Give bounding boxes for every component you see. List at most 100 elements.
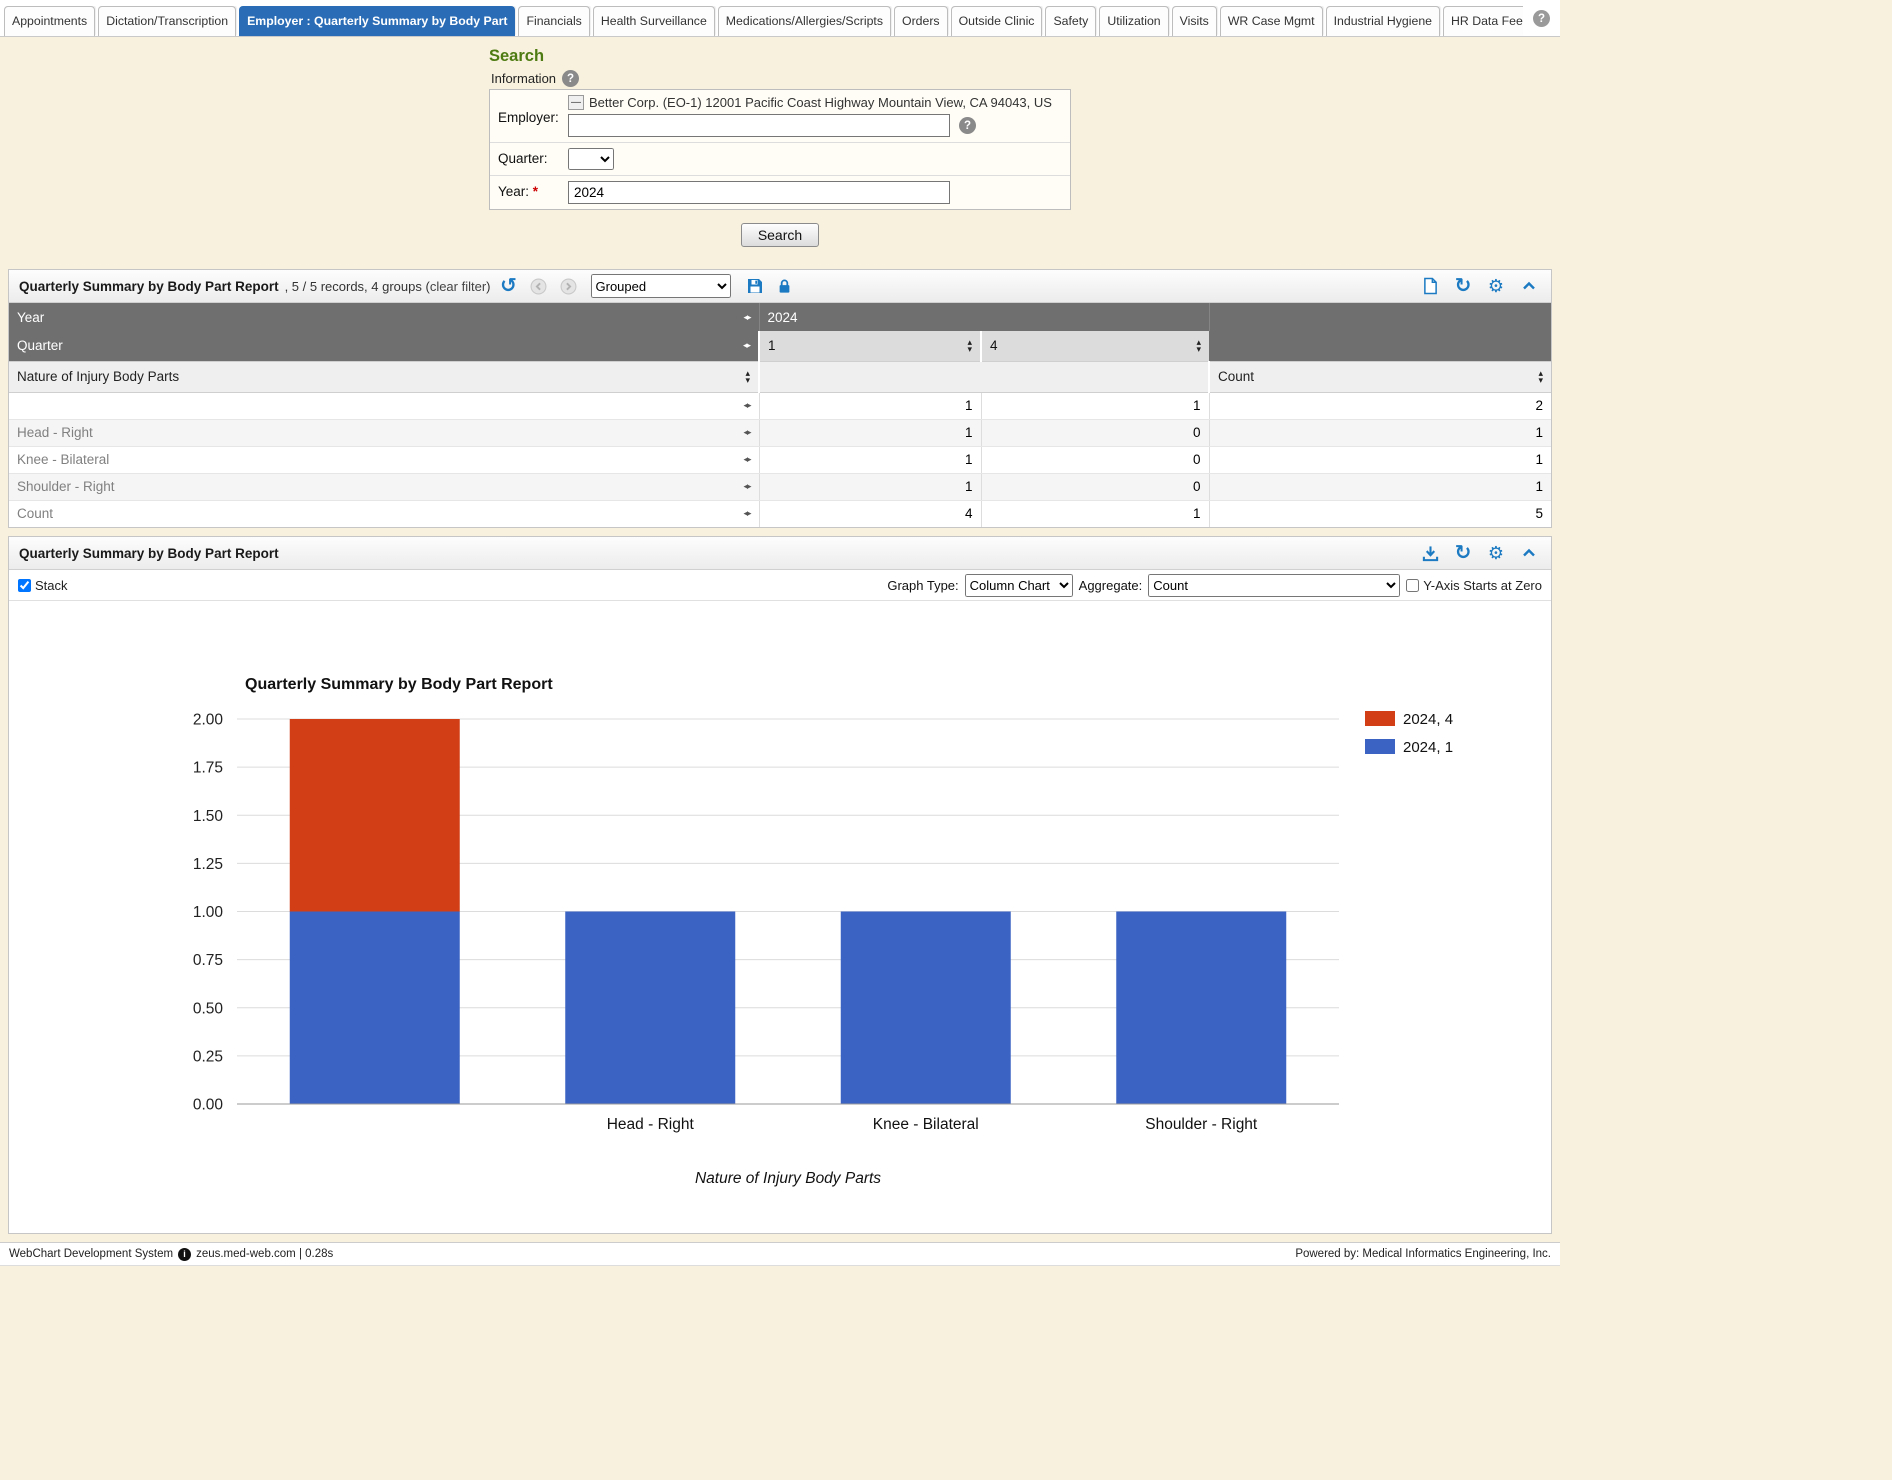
column-handle-icon[interactable]: ◂▸ (743, 312, 750, 323)
tabs: AppointmentsDictation/TranscriptionEmplo… (4, 6, 1523, 36)
tab-utilization[interactable]: Utilization (1099, 6, 1168, 36)
tab-appointments[interactable]: Appointments (4, 6, 95, 36)
report-table-title: Quarterly Summary by Body Part Report (19, 279, 279, 294)
column-handle-icon[interactable]: ◂▸ (743, 508, 750, 519)
row-q1-value: 4 (759, 500, 981, 527)
y-tick-label: 1.00 (193, 904, 224, 921)
undo-icon[interactable]: ↺ (497, 274, 521, 298)
year-row-value: 2024 (759, 303, 1209, 331)
remove-employer-button[interactable]: — (568, 95, 584, 110)
year-input[interactable] (568, 181, 950, 204)
graph-type-label: Graph Type: (887, 578, 958, 593)
tab-medications-allergies-scripts[interactable]: Medications/Allergies/Scripts (718, 6, 891, 36)
chart-panel-header: Quarterly Summary by Body Part Report ↻ … (9, 537, 1551, 570)
chart-svg: Quarterly Summary by Body Part Report0.0… (9, 601, 1551, 1233)
footer-powered-by: Powered by: Medical Informatics Engineer… (1295, 1248, 1551, 1260)
search-box: Search Information ? Employer: — Better … (489, 47, 1071, 247)
footer: WebChart Development System i zeus.med-w… (0, 1242, 1560, 1266)
stack-toggle[interactable]: Stack (18, 578, 68, 593)
required-asterisk: * (533, 184, 538, 199)
row-q4-value: 0 (981, 419, 1209, 446)
tab-hr-data-feed[interactable]: HR Data Feed (1443, 6, 1523, 36)
tab-industrial-hygiene[interactable]: Industrial Hygiene (1326, 6, 1440, 36)
stack-checkbox[interactable] (18, 579, 31, 592)
tab-outside-clinic[interactable]: Outside Clinic (951, 6, 1043, 36)
download-icon[interactable] (1418, 541, 1442, 565)
report-table-panel: Quarterly Summary by Body Part Report , … (8, 269, 1552, 528)
row-count-value: 1 (1209, 446, 1551, 473)
row-label: Head - Right (17, 425, 93, 440)
year-row: Year: * (490, 176, 1070, 209)
quarter-select[interactable] (568, 148, 614, 170)
aggregate-select[interactable]: Count (1148, 574, 1400, 597)
stack-label: Stack (35, 578, 68, 593)
tab-dictation-transcription[interactable]: Dictation/Transcription (98, 6, 236, 36)
employer-input[interactable] (568, 114, 950, 137)
employer-value: Better Corp. (EO-1) 12001 Pacific Coast … (589, 95, 1052, 110)
gear-icon[interactable]: ⚙ (1484, 274, 1508, 298)
chart-controls: Stack Graph Type: Column Chart Aggregate… (9, 570, 1551, 601)
grouped-select[interactable]: Grouped (591, 274, 731, 298)
sort-icon[interactable]: ▴▾ (1538, 370, 1543, 384)
year-row-tail (1209, 303, 1551, 331)
chart-panel: Quarterly Summary by Body Part Report ↻ … (8, 536, 1552, 1234)
row-count-value: 2 (1209, 392, 1551, 419)
quarter-row: Quarter: (490, 143, 1070, 176)
quarter-group-row: Quarter◂▸ 1▴▾ 4▴▾ (9, 331, 1551, 361)
row-q1-value: 1 (759, 446, 981, 473)
new-document-icon[interactable] (1418, 274, 1442, 298)
clear-filter-link[interactable]: clear filter (430, 279, 486, 294)
bar-segment (290, 912, 460, 1105)
row-count-value: 5 (1209, 500, 1551, 527)
tab-health-surveillance[interactable]: Health Surveillance (593, 6, 715, 36)
sort-icon[interactable]: ▴▾ (1196, 339, 1201, 353)
tab-wr-case-mgmt[interactable]: WR Case Mgmt (1220, 6, 1323, 36)
legend-swatch (1365, 711, 1395, 726)
help-icon[interactable]: ? (1533, 10, 1550, 27)
column-handle-icon[interactable]: ◂▸ (743, 454, 750, 465)
tab-orders[interactable]: Orders (894, 6, 948, 36)
refresh-icon[interactable]: ↻ (1451, 541, 1475, 565)
table-row: ◂▸112 (9, 392, 1551, 419)
refresh-icon[interactable]: ↻ (1451, 274, 1475, 298)
column-handle-icon[interactable]: ◂▸ (743, 481, 750, 492)
y-tick-label: 1.75 (193, 760, 223, 777)
row-q4-value: 1 (981, 500, 1209, 527)
year-label: Year: * (498, 181, 568, 204)
quarter-row-label: Quarter (17, 338, 63, 353)
aggregate-label: Aggregate: (1079, 578, 1143, 593)
search-button[interactable]: Search (741, 223, 819, 247)
x-category-label: Shoulder - Right (1145, 1116, 1258, 1133)
previous-page-icon (527, 274, 551, 298)
bar-segment (290, 719, 460, 912)
row-q4-value: 0 (981, 446, 1209, 473)
save-icon[interactable] (743, 274, 767, 298)
year-row-label: Year (17, 310, 44, 325)
year-group-row: Year ◂▸ 2024 (9, 303, 1551, 331)
info-icon[interactable]: i (178, 1248, 191, 1261)
lock-icon[interactable] (773, 274, 797, 298)
graph-type-select[interactable]: Column Chart (965, 574, 1073, 597)
report-table-header: Quarterly Summary by Body Part Report , … (9, 270, 1551, 303)
gear-icon[interactable]: ⚙ (1484, 541, 1508, 565)
tab-safety[interactable]: Safety (1045, 6, 1096, 36)
sort-icon[interactable]: ▴▾ (745, 370, 750, 384)
footer-host: zeus.med-web.com | 0.28s (196, 1248, 333, 1260)
sort-icon[interactable]: ▴▾ (967, 339, 972, 353)
yaxis-zero-checkbox[interactable] (1406, 579, 1419, 592)
column-handle-icon[interactable]: ◂▸ (743, 340, 750, 351)
information-help-icon[interactable]: ? (562, 70, 579, 87)
employer-help-icon[interactable]: ? (959, 117, 976, 134)
search-section: Search Information ? Employer: — Better … (0, 37, 1560, 261)
tab-employer-quarterly-summary-by-body-part[interactable]: Employer : Quarterly Summary by Body Par… (239, 6, 515, 36)
count-header-label: Count (1218, 369, 1254, 384)
yaxis-zero-toggle[interactable]: Y-Axis Starts at Zero (1406, 578, 1542, 593)
column-handle-icon[interactable]: ◂▸ (743, 400, 750, 411)
collapse-icon[interactable] (1517, 274, 1541, 298)
x-category-label: Head - Right (607, 1116, 695, 1133)
collapse-icon[interactable] (1517, 541, 1541, 565)
y-tick-label: 0.25 (193, 1048, 223, 1065)
tab-visits[interactable]: Visits (1172, 6, 1217, 36)
column-handle-icon[interactable]: ◂▸ (743, 427, 750, 438)
tab-financials[interactable]: Financials (518, 6, 589, 36)
